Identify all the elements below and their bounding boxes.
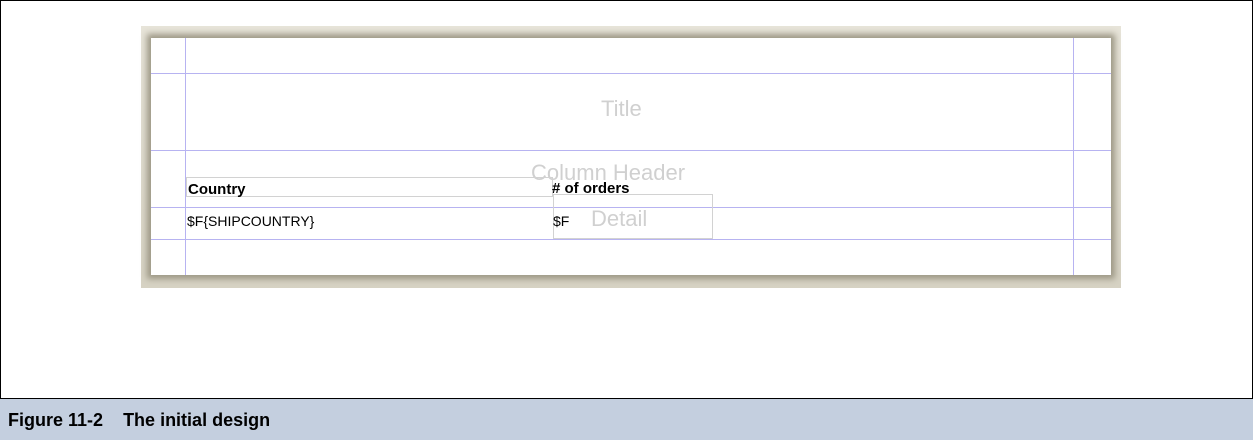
column-header-orders[interactable]: # of orders: [552, 181, 630, 197]
figure-caption: Figure 11-2 The initial design: [0, 398, 1253, 440]
detail-field-shipcountry[interactable]: $F{SHIPCOUNTRY}: [187, 213, 314, 229]
top-margin-line: [151, 73, 1111, 74]
detail-field-orders[interactable]: $F: [553, 213, 569, 229]
column-header-country[interactable]: Country: [188, 182, 246, 198]
title-band-line: [151, 150, 1111, 151]
report-page[interactable]: Title Column Header Detail Country # of …: [151, 38, 1111, 275]
figure-title: The initial design: [123, 410, 271, 430]
report-designer: Title Column Header Detail Country # of …: [141, 26, 1121, 288]
title-band-label: Title: [601, 96, 642, 121]
detail-band-line: [151, 239, 1111, 240]
orders-field-box[interactable]: [553, 194, 713, 239]
figure-number: Figure 11-2: [8, 410, 104, 430]
